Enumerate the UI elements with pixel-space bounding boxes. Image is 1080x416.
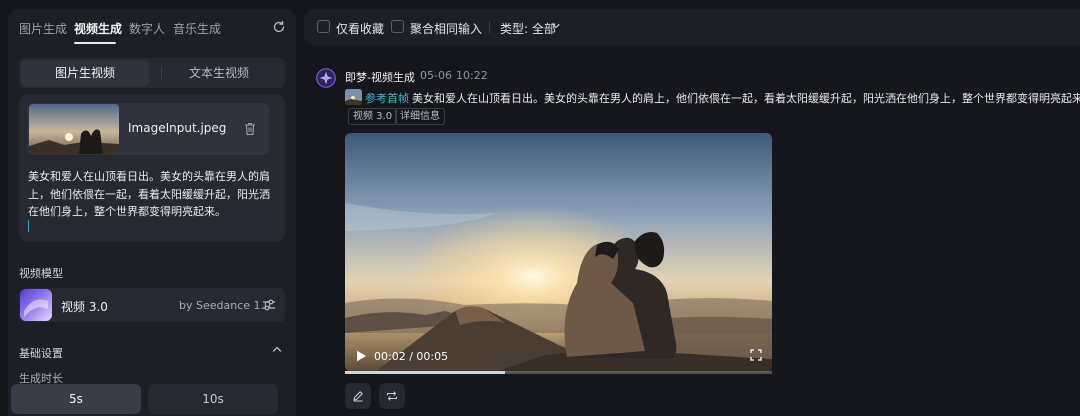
model-provider: by Seedance 1.0 [179,299,272,312]
play-icon[interactable] [356,350,367,362]
filter-bar: 仅看收藏 聚合相同输入 类型: 全部 [304,9,1080,45]
left-panel: 图片生成 视频生成 数字人 音乐生成 图片生视频 文本生视频 ImageInpu… [8,9,296,416]
generation-prompt: 美女和爱人在山顶看日出。美女的头靠在男人的肩上，他们依偎在一起，看着太阳缓缓升起… [412,92,1080,105]
model-name: 视频 3.0 [61,300,108,314]
prompt-text[interactable]: 美女和爱人在山顶看日出。美女的头靠在男人的肩上，他们依偎在一起，看着太阳缓缓升起… [28,168,278,221]
chevron-down-icon[interactable] [552,23,560,29]
details-tag[interactable]: 详细信息 [395,108,445,125]
model-selector[interactable]: 视频 3.0 by Seedance 1.0 [19,288,285,322]
tab-digital-human[interactable]: 数字人 [129,20,165,37]
image-to-video-mode[interactable]: 图片生视频 [21,60,149,86]
sliders-icon[interactable] [262,298,276,312]
generation-tabs: 图片生成 视频生成 数字人 音乐生成 [8,9,296,45]
fullscreen-icon[interactable] [750,349,762,361]
uploaded-image[interactable]: ImageInput.jpeg [27,103,269,155]
dreamina-logo-icon [316,68,336,88]
reference-frame-thumbnail[interactable] [345,89,362,105]
video-progress-track[interactable] [345,371,772,374]
filter-divider [489,21,490,33]
generation-time: 10:22 [456,69,488,82]
favorites-only-label[interactable]: 仅看收藏 [336,20,384,37]
chevron-up-icon[interactable] [272,345,282,353]
edit-icon [353,391,363,402]
duration-option-10s[interactable]: 10s [148,384,278,414]
video-time: 00:02 / 00:05 [374,350,449,363]
aggregate-input-label[interactable]: 聚合相同输入 [410,20,482,37]
input-card: ImageInput.jpeg 美女和爱人在山顶看日出。美女的头靠在男人的肩上，… [19,94,285,242]
mode-switch: 图片生视频 文本生视频 [19,58,285,88]
video-player[interactable] [345,133,772,372]
aggregate-input-checkbox[interactable] [391,20,404,33]
uploaded-image-thumbnail [29,104,119,154]
active-tab-indicator [74,42,116,44]
generation-title: 即梦-视频生成 [345,71,415,84]
regenerate-button[interactable] [379,383,405,409]
text-cursor [28,220,29,232]
type-filter-dropdown[interactable]: 类型: 全部 [500,20,556,37]
regenerate-icon [386,391,398,401]
model-tag: 视频 3.0 [348,108,398,125]
trash-icon[interactable] [244,122,256,136]
basic-settings-label: 基础设置 [19,347,63,360]
edit-button[interactable] [345,383,371,409]
duration-option-5s[interactable]: 5s [11,384,141,414]
generation-date: 05-06 [420,69,452,82]
file-name: ImageInput.jpeg [128,121,227,135]
tab-music-generation[interactable]: 音乐生成 [173,20,221,37]
text-to-video-mode[interactable]: 文本生视频 [155,58,283,88]
tab-image-generation[interactable]: 图片生成 [19,20,67,37]
video-model-label: 视频模型 [19,267,63,280]
video-progress-fill [345,371,506,374]
favorites-only-checkbox[interactable] [317,20,330,33]
reference-frame-label[interactable]: 参考首帧 [365,90,409,106]
model-icon [20,289,52,321]
refresh-icon[interactable] [272,20,286,34]
tab-video-generation[interactable]: 视频生成 [74,20,122,37]
